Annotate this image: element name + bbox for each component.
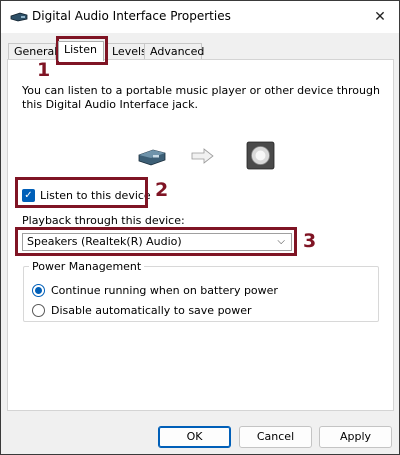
title-bar: Digital Audio Interface Properties ✕	[1, 1, 399, 33]
close-icon: ✕	[374, 9, 386, 25]
audio-device-icon	[10, 12, 28, 22]
radio-button-selected[interactable]	[32, 283, 45, 297]
apply-button[interactable]: Apply	[319, 426, 392, 448]
listen-description: You can listen to a portable music playe…	[22, 84, 380, 111]
tab-advanced[interactable]: Advanced	[144, 43, 204, 60]
radio-continue-label: Continue running when on battery power	[51, 283, 278, 297]
tab-general[interactable]: General	[8, 43, 57, 60]
ok-button[interactable]: OK	[158, 426, 231, 448]
audio-jack-device-icon	[138, 149, 166, 166]
radio-button[interactable]	[32, 303, 45, 317]
tab-listen[interactable]: Listen	[58, 41, 104, 61]
properties-dialog: Digital Audio Interface Properties ✕ Gen…	[0, 0, 400, 455]
arrow-right-icon	[191, 148, 214, 164]
close-button[interactable]: ✕	[367, 5, 393, 29]
callout-number-2: 2	[155, 179, 169, 201]
playback-label: Playback through this device:	[22, 214, 185, 227]
radio-disable-automatically[interactable]: Disable automatically to save power	[32, 302, 252, 318]
callout-box-2	[15, 177, 148, 208]
device-flow-graphic	[138, 141, 275, 170]
power-management-title: Power Management	[29, 260, 145, 273]
speaker-icon	[246, 141, 275, 170]
callout-number-1: 1	[37, 59, 51, 81]
window-title: Digital Audio Interface Properties	[32, 9, 231, 23]
callout-number-3: 3	[303, 230, 317, 252]
radio-continue-running[interactable]: Continue running when on battery power	[32, 282, 278, 298]
tab-levels[interactable]: Levels	[106, 43, 147, 60]
cancel-button[interactable]: Cancel	[239, 426, 312, 448]
radio-disable-label: Disable automatically to save power	[51, 303, 252, 317]
callout-box-3	[15, 227, 297, 256]
